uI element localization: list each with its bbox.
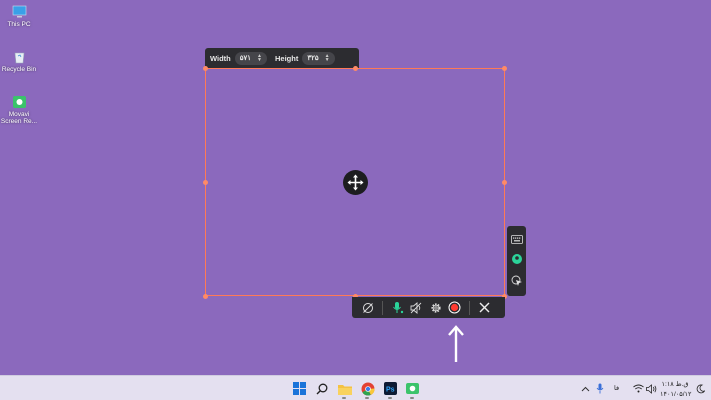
- language-indicator[interactable]: فا: [614, 384, 619, 392]
- resize-handle-top[interactable]: [353, 66, 358, 71]
- windows-start-icon: [293, 382, 306, 395]
- keyboard-icon[interactable]: [510, 234, 523, 244]
- photoshop-icon: Ps: [384, 382, 397, 395]
- running-indicator: [388, 397, 392, 399]
- move-region-button[interactable]: [343, 170, 368, 195]
- notification-moon-icon: [696, 384, 705, 393]
- desktop-icon-label: This PC: [7, 21, 31, 28]
- arrow-up-icon: [448, 325, 464, 362]
- record-button[interactable]: [445, 297, 464, 318]
- monitor-icon: [12, 5, 26, 18]
- height-label: Height: [275, 53, 299, 63]
- tray-microphone-button[interactable]: [592, 381, 607, 396]
- chevron-down-icon[interactable]: ▼: [257, 58, 262, 63]
- recycle-bin-icon: [14, 52, 24, 64]
- taskbar-chrome[interactable]: [360, 381, 375, 396]
- side-toolbar: [507, 226, 526, 296]
- movavi-icon: [406, 383, 419, 394]
- chrome-icon: [361, 382, 375, 396]
- file-explorer-icon: [337, 384, 352, 395]
- move-arrows-icon: [347, 174, 364, 191]
- width-label: Width: [210, 53, 231, 63]
- speaker-muted-icon: [410, 301, 422, 314]
- close-icon: [479, 302, 490, 313]
- taskbar-file-explorer[interactable]: [337, 381, 352, 396]
- clock-date: ۱۴۰۱/۰۵/۱۲: [660, 391, 692, 398]
- taskbar-photoshop[interactable]: Ps: [383, 381, 398, 396]
- width-value: ۵۷۱: [239, 55, 252, 62]
- notifications-button[interactable]: [693, 381, 708, 396]
- show-hidden-icons-button[interactable]: [578, 381, 593, 396]
- microphone-icon: [393, 302, 404, 314]
- height-stepper[interactable]: ▲ ▼: [325, 54, 330, 63]
- resize-handle-top-left[interactable]: [203, 66, 208, 71]
- search-icon: [316, 383, 327, 395]
- webcam-off-icon: [362, 302, 373, 313]
- settings-button[interactable]: [426, 297, 445, 318]
- system-audio-button[interactable]: [407, 297, 426, 318]
- microphone-button[interactable]: [388, 297, 407, 318]
- search-button[interactable]: [314, 381, 329, 396]
- wifi-icon: [633, 384, 644, 393]
- width-input[interactable]: ۵۷۱ ▲ ▼: [234, 51, 267, 65]
- speaker-icon: [646, 383, 657, 394]
- resize-handle-right[interactable]: [502, 180, 507, 185]
- svg-text:Ps: Ps: [386, 387, 395, 394]
- running-indicator: [410, 397, 414, 399]
- divider: [469, 300, 470, 315]
- taskbar: Ps فا ۱:۱۸ ق.ظ ۱۴۰۱/۰۵/۱۲: [0, 375, 711, 400]
- microphone-icon: [596, 383, 603, 394]
- settings-icon: [430, 302, 441, 313]
- chevron-down-icon[interactable]: ▼: [325, 58, 330, 63]
- movavi-screen-recorder-icon: [12, 96, 26, 108]
- desktop-icon-label: Movavi Screen Re...: [0, 111, 38, 125]
- webcam-toggle-button[interactable]: [358, 297, 377, 318]
- cursor-click-icon[interactable]: [511, 275, 523, 287]
- running-indicator: [342, 397, 346, 399]
- clock[interactable]: ۱:۱۸ ق.ظ ۱۴۰۱/۰۵/۱۲: [660, 380, 692, 398]
- resize-handle-left[interactable]: [203, 180, 208, 185]
- size-toolbar: Width ۵۷۱ ▲ ▼ Height ۳۲۵ ▲ ▼: [205, 48, 359, 68]
- resize-handle-bottom-left[interactable]: [203, 294, 208, 299]
- taskbar-movavi[interactable]: [405, 381, 420, 396]
- height-input[interactable]: ۳۲۵ ▲ ▼: [302, 51, 335, 65]
- resize-handle-top-right[interactable]: [502, 66, 507, 71]
- height-value: ۳۲۵: [307, 55, 319, 62]
- webcam-icon[interactable]: [511, 253, 523, 265]
- chevron-up-icon: [581, 386, 590, 391]
- close-button[interactable]: [475, 297, 494, 318]
- recording-control-bar: [352, 297, 505, 318]
- volume-button[interactable]: [644, 381, 659, 396]
- record-icon: [448, 301, 461, 314]
- clock-time: ۱:۱۸ ق.ظ: [661, 381, 689, 388]
- desktop-icon-movavi[interactable]: Movavi Screen Re...: [0, 95, 41, 125]
- start-button[interactable]: [292, 381, 307, 396]
- desktop-icon-recycle-bin[interactable]: Recycle Bin: [0, 50, 41, 73]
- divider: [382, 300, 383, 315]
- width-stepper[interactable]: ▲ ▼: [257, 54, 262, 63]
- desktop-icon-label: Recycle Bin: [1, 66, 37, 73]
- desktop-icon-this-pc[interactable]: This PC: [0, 5, 41, 28]
- running-indicator: [365, 397, 369, 399]
